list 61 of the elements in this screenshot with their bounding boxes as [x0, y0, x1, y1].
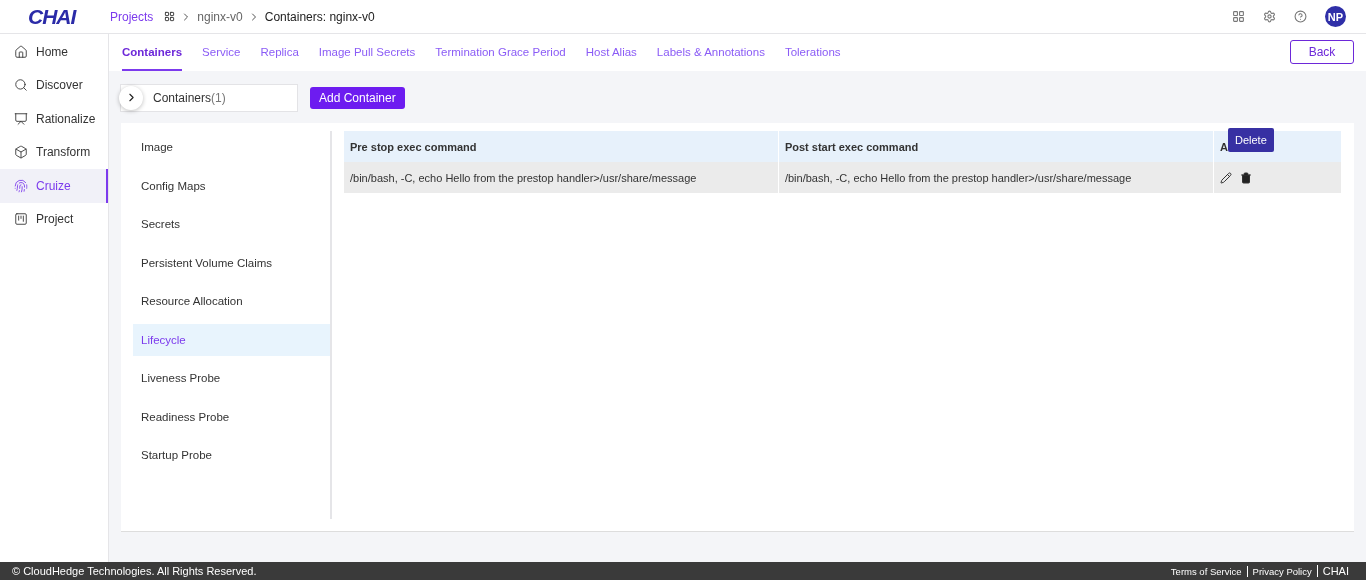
breadcrumb-item[interactable]: nginx-v0: [197, 9, 243, 24]
copyright-text: © CloudHedge Technologies. All Rights Reserved.: [12, 565, 257, 577]
user-avatar[interactable]: NP: [1325, 6, 1346, 27]
tab[interactable]: Termination Grace Period: [435, 34, 566, 71]
home-icon: [14, 44, 28, 59]
tab[interactable]: Tolerations: [784, 34, 841, 71]
nav-label: Cruize: [36, 178, 71, 193]
cube-icon: [14, 145, 28, 160]
settings-icon[interactable]: [1263, 10, 1276, 23]
nav-label: Home: [36, 44, 68, 59]
delete-icon[interactable]: [1240, 171, 1252, 184]
section-item[interactable]: Liveness Probe: [133, 362, 330, 394]
nav-label: Transform: [36, 145, 91, 160]
breadcrumb-item: Containers: nginx-v0: [264, 9, 375, 24]
section-item[interactable]: Secrets: [133, 208, 330, 240]
search-icon: [14, 78, 28, 93]
nav-label: Discover: [36, 78, 83, 93]
section-item[interactable]: Config Maps: [133, 169, 330, 202]
logo: CHAI: [27, 4, 78, 29]
grid-icon[interactable]: [164, 11, 176, 22]
sidebar-item[interactable]: Discover: [0, 68, 108, 102]
section-item[interactable]: Startup Probe: [133, 439, 330, 471]
edit-icon[interactable]: [1220, 171, 1232, 184]
tab[interactable]: Replica: [260, 34, 299, 71]
back-button[interactable]: Back: [1290, 40, 1354, 64]
section-item[interactable]: Persistent Volume Claims: [133, 246, 330, 279]
section-item[interactable]: Lifecycle: [133, 323, 330, 356]
container-selector[interactable]: Containers(1): [120, 83, 298, 112]
sidebar-item[interactable]: Home: [0, 35, 108, 69]
tab[interactable]: Service: [202, 34, 241, 71]
expand-button[interactable]: [119, 85, 143, 110]
footer-link[interactable]: Privacy Policy: [1246, 565, 1317, 577]
nav-label: Rationalize: [36, 111, 96, 126]
tab[interactable]: Host Alias: [585, 34, 637, 71]
table-cell: /bin/bash, -C, echo Hello from the prestop handler>/usr/share/message: [778, 162, 1214, 193]
nav-label: Project: [36, 212, 74, 227]
apps-icon[interactable]: [1232, 10, 1245, 23]
sidebar-item[interactable]: Project: [0, 202, 108, 236]
section-item[interactable]: Image: [133, 131, 330, 163]
column-header: Post start exec command: [784, 140, 919, 153]
tab[interactable]: Image Pull Secrets: [318, 34, 416, 71]
fingerprint-icon: [14, 178, 28, 193]
footer-link[interactable]: CHAI: [1316, 565, 1354, 577]
footer-link[interactable]: Terms of Service: [1165, 565, 1247, 577]
breadcrumb-item[interactable]: Projects: [110, 9, 154, 24]
presentation-icon: [14, 111, 28, 126]
section-item[interactable]: Readiness Probe: [133, 400, 330, 433]
column-header: A: [1220, 140, 1228, 153]
selector-label: Containers(1): [153, 90, 226, 105]
tab[interactable]: Labels & Annotations: [656, 34, 765, 71]
sidebar-item[interactable]: Transform: [0, 135, 108, 169]
board-icon: [14, 212, 28, 227]
tooltip: Delete: [1228, 128, 1274, 152]
help-icon[interactable]: [1294, 10, 1307, 23]
tab[interactable]: Containers: [122, 34, 183, 71]
section-item[interactable]: Resource Allocation: [133, 285, 330, 317]
column-header: Pre stop exec command: [350, 140, 477, 153]
table-cell: /bin/bash, -C, echo Hello from the prestop handler>/usr/share/message: [344, 162, 779, 193]
sidebar-item[interactable]: Cruize: [0, 169, 108, 203]
sidebar-item[interactable]: Rationalize: [0, 102, 108, 136]
add-container-button[interactable]: Add Container: [310, 86, 405, 109]
